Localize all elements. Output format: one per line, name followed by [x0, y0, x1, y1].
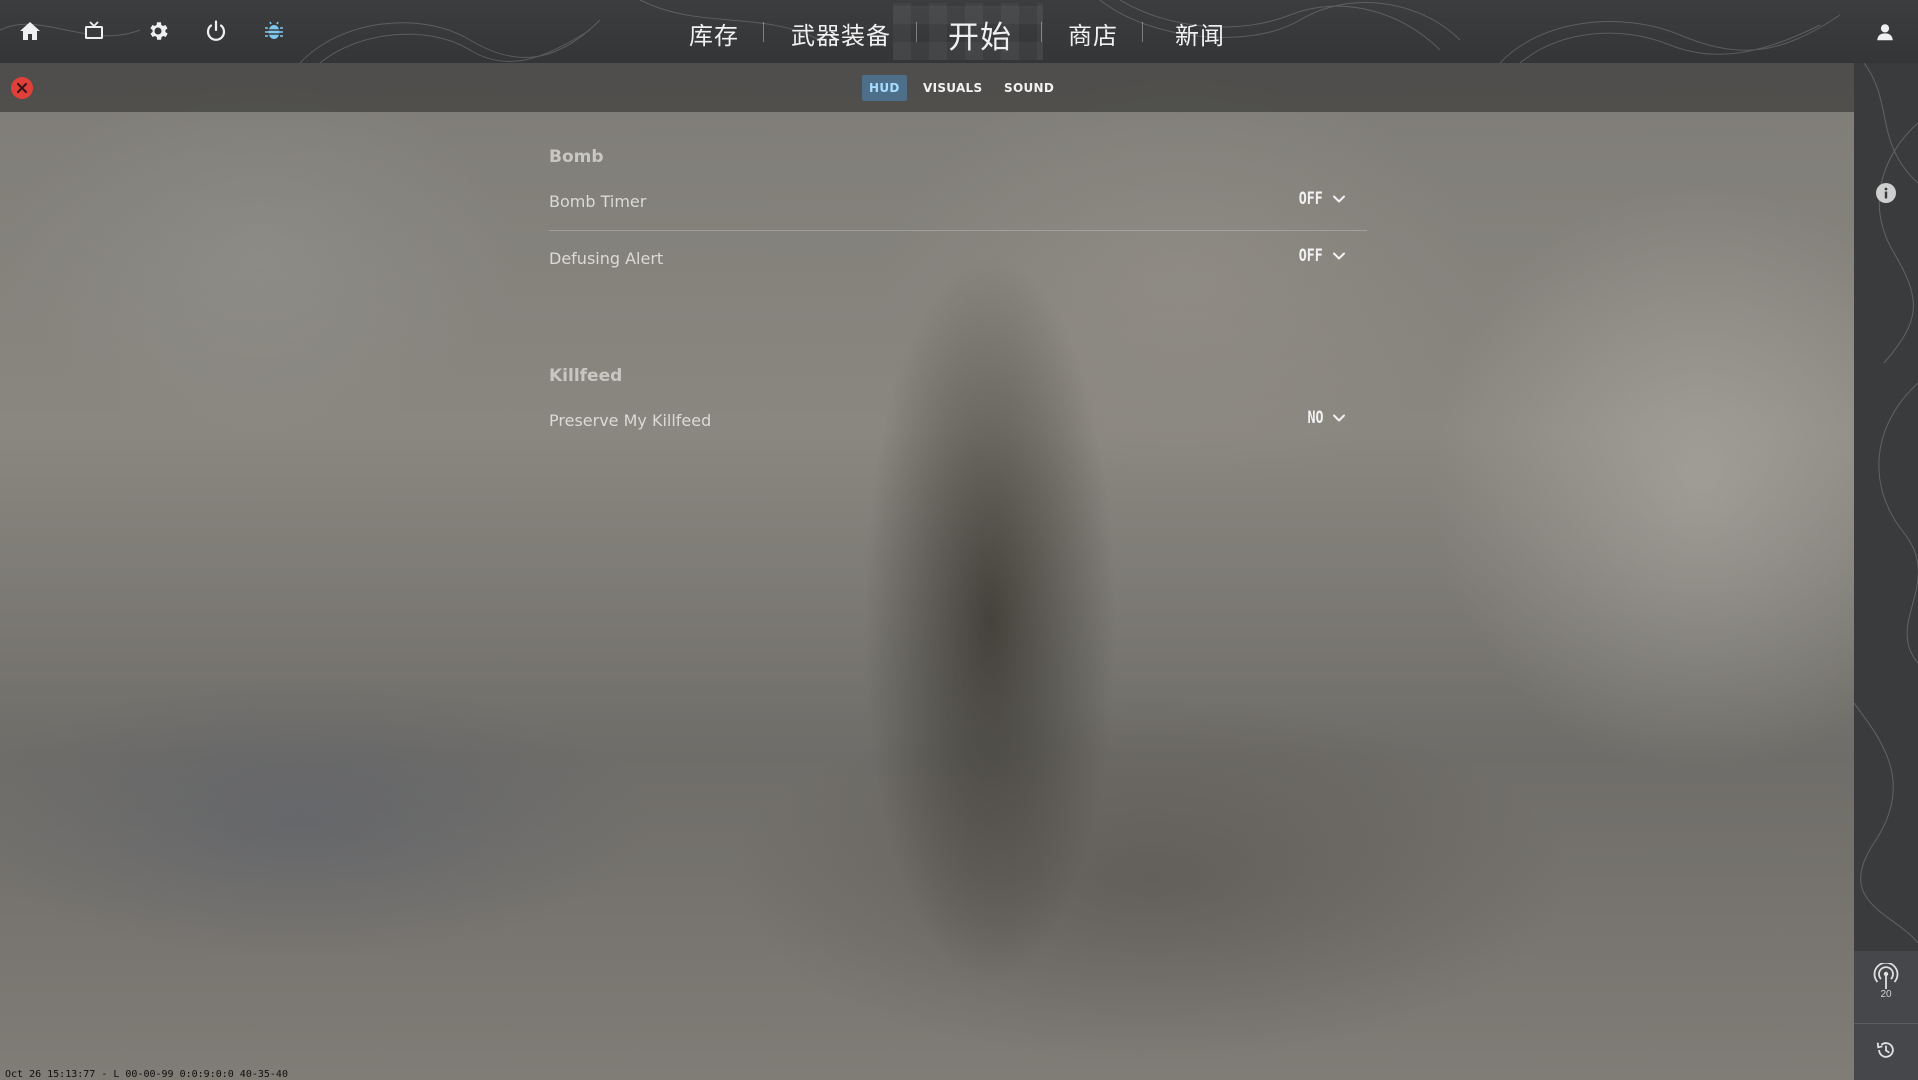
info-button[interactable]	[1876, 183, 1896, 203]
setting-dropdown[interactable]: OFF	[1292, 189, 1347, 209]
main-nav: 库存 武器装备 开始 商店 新闻	[0, 0, 1918, 63]
setting-row-bomb-timer[interactable]: Bomb Timer OFF	[549, 174, 1367, 231]
nav-item-loadout[interactable]: 武器装备	[791, 16, 891, 51]
info-icon	[1884, 187, 1888, 199]
close-icon	[16, 82, 28, 94]
right-side-panel: 20	[1854, 63, 1918, 1080]
settings-tab-bar: HUD VISUALS SOUND	[0, 63, 1854, 112]
setting-dropdown[interactable]: OFF	[1292, 246, 1347, 266]
setting-value: NO	[1307, 408, 1323, 428]
hud-settings-list: Bomb Bomb Timer OFF Defusing Alert OFF K…	[549, 140, 1367, 449]
divider	[1854, 1023, 1918, 1024]
section-title-killfeed: Killfeed	[549, 366, 623, 386]
debug-status-line: Oct 26 15:13:77 - L 00-00-99 0:0:9:0:0 4…	[5, 1069, 288, 1080]
nav-separator	[916, 22, 917, 42]
user-icon	[1877, 24, 1893, 41]
chevron-down-icon	[1331, 410, 1347, 426]
setting-label: Preserve My Killfeed	[549, 411, 712, 430]
chevron-down-icon	[1331, 248, 1347, 264]
tab-visuals[interactable]: VISUALS	[916, 75, 989, 101]
nav-item-store[interactable]: 商店	[1068, 16, 1118, 51]
nav-item-inventory[interactable]: 库存	[689, 16, 739, 51]
broadcast-button[interactable]: 20	[1854, 963, 1918, 1015]
nav-item-news[interactable]: 新闻	[1175, 16, 1225, 51]
setting-row-preserve-killfeed[interactable]: Preserve My Killfeed NO	[549, 393, 1367, 449]
nav-separator	[1142, 22, 1143, 42]
tab-hud[interactable]: HUD	[862, 75, 907, 101]
top-bar: 库存 武器装备 开始 商店 新闻	[0, 0, 1918, 63]
profile-button[interactable]	[1870, 17, 1900, 47]
history-icon	[1876, 1042, 1894, 1058]
setting-row-defusing-alert[interactable]: Defusing Alert OFF	[549, 231, 1367, 287]
nav-separator	[763, 22, 764, 42]
nav-item-play[interactable]: 开始	[948, 12, 1012, 57]
section-title-bomb: Bomb	[549, 147, 604, 167]
close-settings-button[interactable]	[11, 77, 33, 99]
right-panel-bottom: 20	[1854, 951, 1918, 1080]
broadcast-count: 20	[1880, 989, 1892, 1000]
nav-separator	[1041, 22, 1042, 42]
setting-label: Defusing Alert	[549, 249, 664, 268]
setting-dropdown[interactable]: NO	[1303, 408, 1347, 428]
chevron-down-icon	[1331, 191, 1347, 207]
setting-value: OFF	[1299, 246, 1323, 266]
setting-value: OFF	[1299, 189, 1323, 209]
tab-sound[interactable]: SOUND	[997, 75, 1061, 101]
history-button[interactable]	[1854, 1033, 1918, 1067]
setting-label: Bomb Timer	[549, 192, 647, 211]
broadcast-icon	[1873, 963, 1899, 989]
